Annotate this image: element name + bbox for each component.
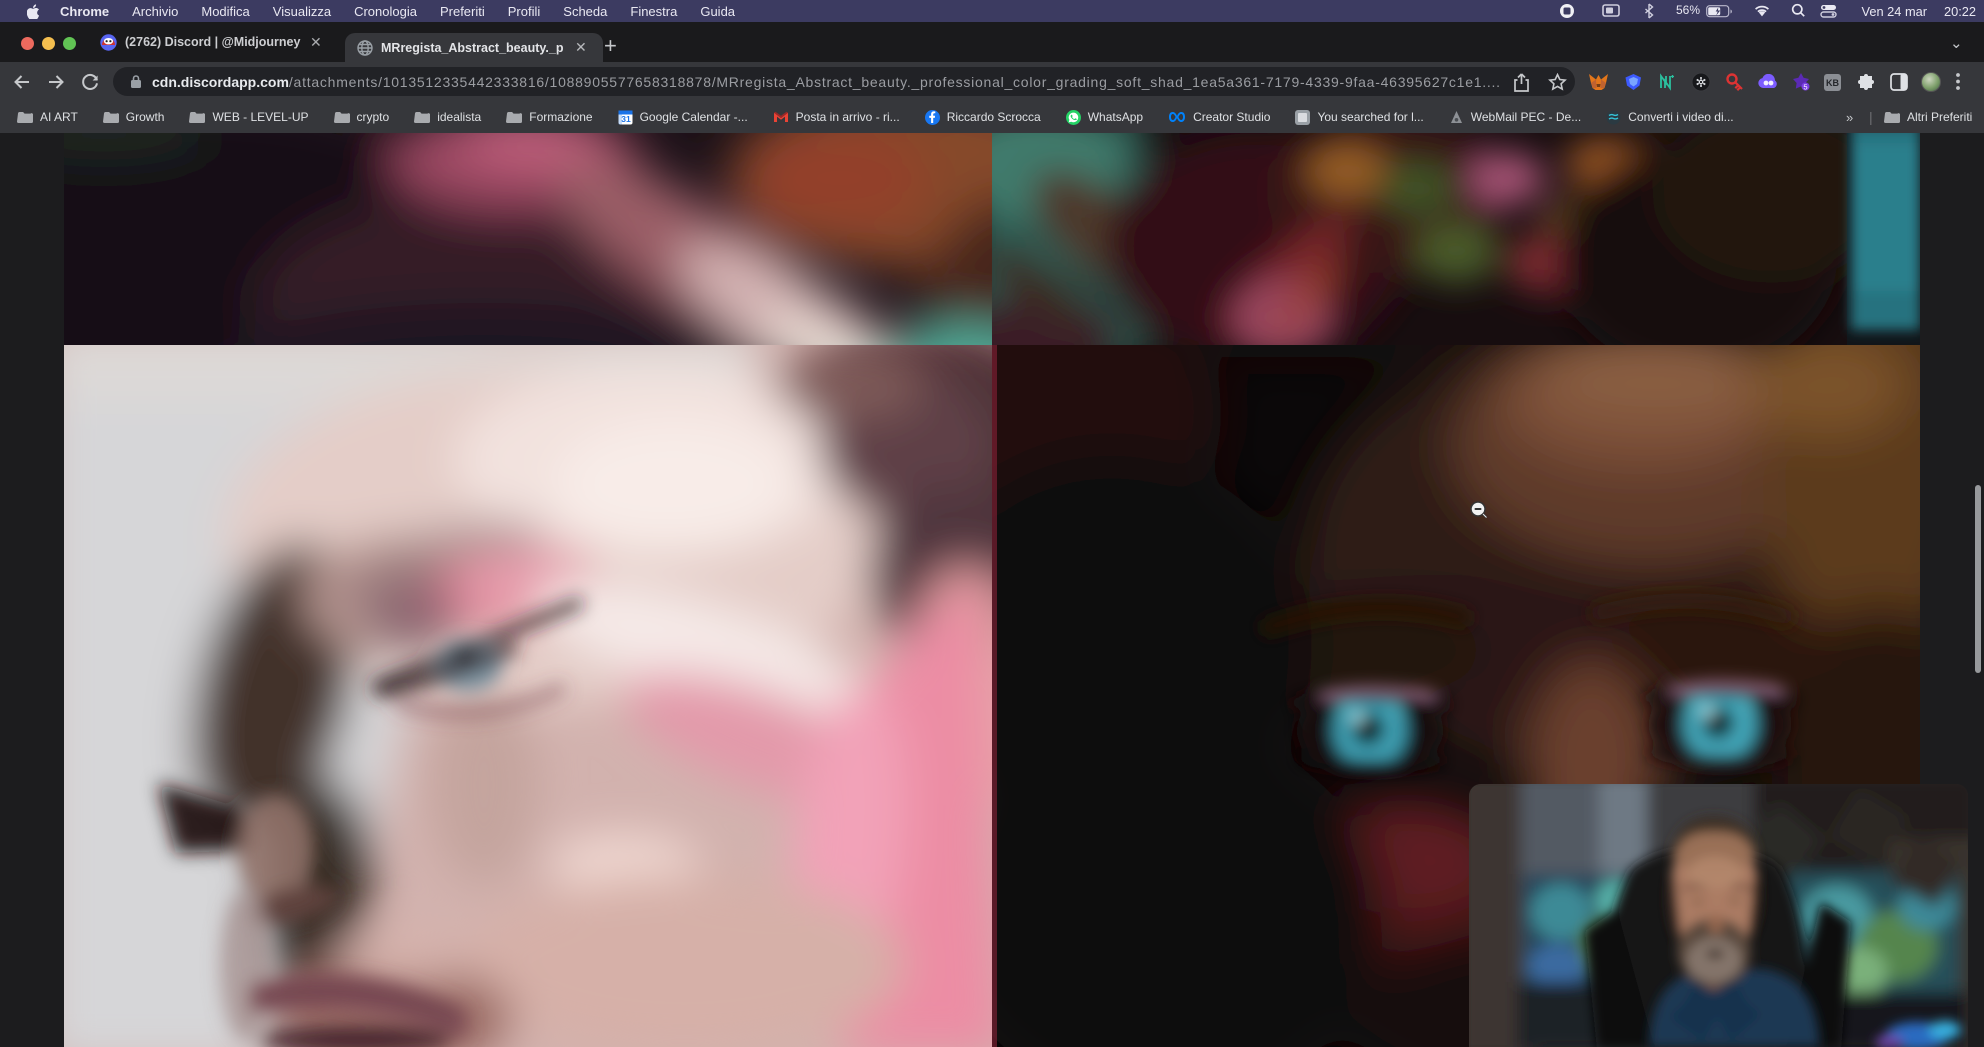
svg-text:31: 31 <box>621 114 631 124</box>
svg-text:5: 5 <box>1803 82 1807 91</box>
